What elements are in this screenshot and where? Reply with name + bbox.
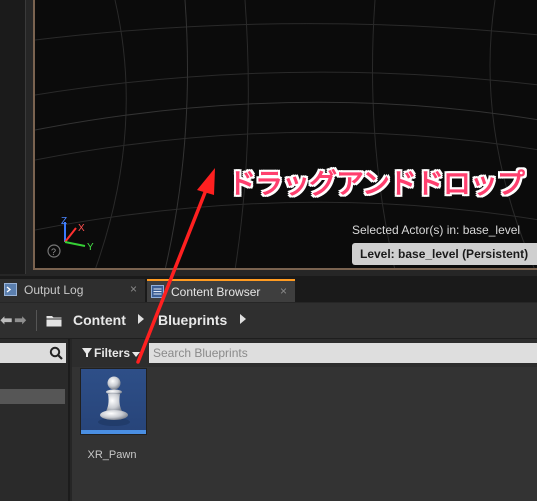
axis-gizmo: Z X Y ? <box>47 216 94 258</box>
forward-arrow-icon[interactable]: ➡ <box>14 311 27 329</box>
back-arrow-icon[interactable]: ⬅ <box>0 311 13 329</box>
pawn-icon <box>98 376 130 426</box>
asset-tile-xr-pawn[interactable] <box>80 368 147 435</box>
chevron-down-icon <box>132 352 140 357</box>
close-icon[interactable]: × <box>280 284 287 298</box>
axis-z-label: Z <box>61 216 67 227</box>
tab-output-log[interactable]: Output Log × <box>0 279 145 302</box>
asset-name-label: XR_Pawn <box>87 449 137 461</box>
folder-tree-panel <box>0 339 70 501</box>
filters-label: Filters <box>94 346 131 360</box>
level-badge: Level: base_level (Persistent) <box>352 243 537 265</box>
breadcrumb-content[interactable]: Content <box>73 312 126 328</box>
selected-actors-text: Selected Actor(s) in: base_level <box>352 223 521 237</box>
content-path-bar: ⬅ ➡ Content Blueprints <box>0 303 537 339</box>
help-icon: ? <box>51 247 56 257</box>
asset-type-bar <box>81 430 146 434</box>
search-blueprints-input[interactable] <box>149 343 537 363</box>
search-icon <box>49 346 63 360</box>
content-browser-icon <box>151 285 164 298</box>
breadcrumb-blueprints[interactable]: Blueprints <box>158 312 227 328</box>
breadcrumb-arrow-icon[interactable] <box>138 314 144 324</box>
path-divider <box>36 310 37 331</box>
close-icon[interactable]: × <box>130 282 137 296</box>
tab-content-browser-label: Content Browser <box>171 285 261 299</box>
axis-x-label: X <box>78 223 85 234</box>
folder-icon[interactable] <box>46 315 62 327</box>
panel-tab-bar: Output Log × Content Browser × <box>0 276 537 302</box>
tab-output-log-label: Output Log <box>24 283 84 297</box>
axis-y-label: Y <box>87 242 94 253</box>
drag-and-drop-annotation: ドラッグアンドドロップ <box>228 168 525 199</box>
left-dock-strip <box>0 0 26 274</box>
tab-content-browser[interactable]: Content Browser × <box>147 279 295 302</box>
folder-tree-selected-item[interactable] <box>0 389 65 404</box>
output-log-icon <box>4 283 17 296</box>
breadcrumb-arrow-icon[interactable] <box>240 314 246 324</box>
